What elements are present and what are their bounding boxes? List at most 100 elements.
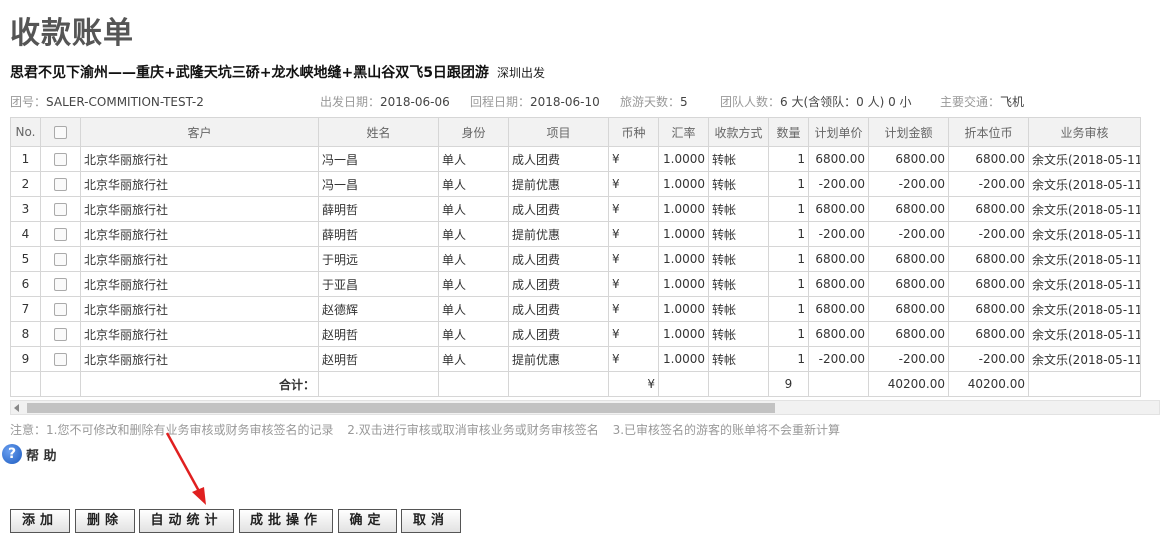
scroll-thumb[interactable] — [27, 403, 775, 413]
cell-amount: 6800.00 — [868, 296, 949, 322]
row-checkbox[interactable] — [54, 253, 67, 266]
col-header-unit-price: 计划单价 — [808, 117, 869, 147]
info-return-date: 回程日期：2018-06-10 — [470, 95, 600, 109]
tour-header: 思君不见下渝州——重庆+武隆天坑三硚+龙水峡地缝+黑山谷双飞5日跟团游 深圳出发 — [10, 62, 545, 82]
cell-select[interactable] — [40, 171, 81, 197]
cell-identity: 单人 — [438, 271, 509, 297]
row-checkbox[interactable] — [54, 178, 67, 191]
table-row[interactable]: 6 北京华丽旅行社 于亚昌 单人 成人团费 ¥ 1.0000 转帐 1 6800… — [10, 271, 1141, 297]
cell-unit-price: 6800.00 — [808, 196, 869, 222]
cell-item: 提前优惠 — [508, 346, 609, 372]
add-button[interactable]: 添加 — [10, 509, 70, 533]
total-cell-no — [10, 371, 41, 397]
tour-name: 思君不见下渝州——重庆+武隆天坑三硚+龙水峡地缝+黑山谷双飞5日跟团游 — [10, 65, 489, 81]
row-checkbox[interactable] — [54, 278, 67, 291]
cell-select[interactable] — [40, 221, 81, 247]
col-header-amount: 计划金额 — [868, 117, 949, 147]
table-row[interactable]: 2 北京华丽旅行社 冯一昌 单人 提前优惠 ¥ 1.0000 转帐 1 -200… — [10, 171, 1141, 197]
cell-name: 于亚昌 — [318, 271, 439, 297]
horizontal-scrollbar[interactable] — [10, 400, 1160, 415]
confirm-button[interactable]: 确定 — [338, 509, 397, 533]
cell-review: 余文乐(2018-05-11) — [1028, 146, 1141, 172]
cancel-button[interactable]: 取消 — [401, 509, 461, 533]
cell-select[interactable] — [40, 296, 81, 322]
cell-item: 成人团费 — [508, 246, 609, 272]
row-checkbox[interactable] — [54, 353, 67, 366]
cell-identity: 单人 — [438, 196, 509, 222]
cell-select[interactable] — [40, 321, 81, 347]
cell-base: 6800.00 — [948, 321, 1029, 347]
table-row[interactable]: 7 北京华丽旅行社 赵德辉 单人 成人团费 ¥ 1.0000 转帐 1 6800… — [10, 296, 1141, 322]
cell-customer: 北京华丽旅行社 — [80, 271, 319, 297]
cell-select[interactable] — [40, 196, 81, 222]
cell-customer: 北京华丽旅行社 — [80, 196, 319, 222]
col-header-name: 姓名 — [318, 117, 439, 147]
cell-currency: ¥ — [608, 221, 659, 247]
cell-unit-price: 6800.00 — [808, 296, 869, 322]
cell-review: 余文乐(2018-05-11) — [1028, 321, 1141, 347]
row-checkbox[interactable] — [54, 228, 67, 241]
col-header-select[interactable] — [40, 117, 81, 147]
table-row[interactable]: 8 北京华丽旅行社 赵明哲 单人 成人团费 ¥ 1.0000 转帐 1 6800… — [10, 321, 1141, 347]
bill-table: No. 客户 姓名 身份 项目 币种 汇率 收款方式 数量 计划单价 计划金额 … — [10, 117, 1141, 397]
table-row[interactable]: 3 北京华丽旅行社 薛明哲 单人 成人团费 ¥ 1.0000 转帐 1 6800… — [10, 196, 1141, 222]
notes: 注意：1.您不可修改和删除有业务审核或财务审核签名的记录 2.双击进行审核或取消… — [10, 421, 850, 438]
cell-name: 赵明哲 — [318, 346, 439, 372]
cell-amount: 6800.00 — [868, 196, 949, 222]
cell-base: 6800.00 — [948, 246, 1029, 272]
cell-name: 赵德辉 — [318, 296, 439, 322]
question-icon[interactable]: ? — [2, 444, 22, 464]
auto-stat-button[interactable]: 自动统计 — [139, 509, 234, 533]
cell-customer: 北京华丽旅行社 — [80, 146, 319, 172]
row-checkbox[interactable] — [54, 328, 67, 341]
cell-identity: 单人 — [438, 246, 509, 272]
cell-amount: -200.00 — [868, 171, 949, 197]
help-link[interactable]: ? 帮 助 — [2, 444, 57, 464]
total-currency: ¥ — [608, 371, 659, 397]
cell-name: 赵明哲 — [318, 321, 439, 347]
cell-currency: ¥ — [608, 246, 659, 272]
cell-amount: 6800.00 — [868, 321, 949, 347]
cell-currency: ¥ — [608, 321, 659, 347]
total-cell-item — [508, 371, 609, 397]
table-row[interactable]: 9 北京华丽旅行社 赵明哲 单人 提前优惠 ¥ 1.0000 转帐 1 -200… — [10, 346, 1141, 372]
cell-base: 6800.00 — [948, 196, 1029, 222]
total-cell-unit-price — [808, 371, 869, 397]
cell-no: 9 — [10, 346, 41, 372]
cell-qty: 1 — [768, 246, 809, 272]
cell-item: 成人团费 — [508, 146, 609, 172]
scroll-left-icon[interactable] — [14, 404, 19, 412]
cell-rate: 1.0000 — [658, 246, 709, 272]
cell-currency: ¥ — [608, 171, 659, 197]
table-row[interactable]: 1 北京华丽旅行社 冯一昌 单人 成人团费 ¥ 1.0000 转帐 1 6800… — [10, 146, 1141, 172]
cell-payment-method: 转帐 — [708, 271, 769, 297]
cell-select[interactable] — [40, 246, 81, 272]
cell-amount: -200.00 — [868, 346, 949, 372]
cell-select[interactable] — [40, 146, 81, 172]
cell-rate: 1.0000 — [658, 296, 709, 322]
cell-amount: -200.00 — [868, 221, 949, 247]
help-label[interactable]: 帮 助 — [26, 445, 57, 464]
cell-currency: ¥ — [608, 296, 659, 322]
delete-button[interactable]: 删除 — [75, 509, 135, 533]
col-header-customer: 客户 — [80, 117, 319, 147]
row-checkbox[interactable] — [54, 153, 67, 166]
select-all-checkbox[interactable] — [54, 126, 67, 139]
batch-operation-button[interactable]: 成批操作 — [239, 509, 333, 533]
cell-currency: ¥ — [608, 146, 659, 172]
table-row[interactable]: 4 北京华丽旅行社 薛明哲 单人 提前优惠 ¥ 1.0000 转帐 1 -200… — [10, 221, 1141, 247]
cell-select[interactable] — [40, 271, 81, 297]
cell-currency: ¥ — [608, 346, 659, 372]
cell-select[interactable] — [40, 346, 81, 372]
cell-name: 冯一昌 — [318, 171, 439, 197]
col-header-review: 业务审核 — [1028, 117, 1141, 147]
cell-identity: 单人 — [438, 321, 509, 347]
table-header-row: No. 客户 姓名 身份 项目 币种 汇率 收款方式 数量 计划单价 计划金额 … — [10, 117, 1141, 147]
row-checkbox[interactable] — [54, 303, 67, 316]
total-amount: 40200.00 — [868, 371, 949, 397]
cell-qty: 1 — [768, 171, 809, 197]
row-checkbox[interactable] — [54, 203, 67, 216]
col-header-no: No. — [10, 117, 41, 147]
cell-customer: 北京华丽旅行社 — [80, 346, 319, 372]
table-row[interactable]: 5 北京华丽旅行社 于明远 单人 成人团费 ¥ 1.0000 转帐 1 6800… — [10, 246, 1141, 272]
